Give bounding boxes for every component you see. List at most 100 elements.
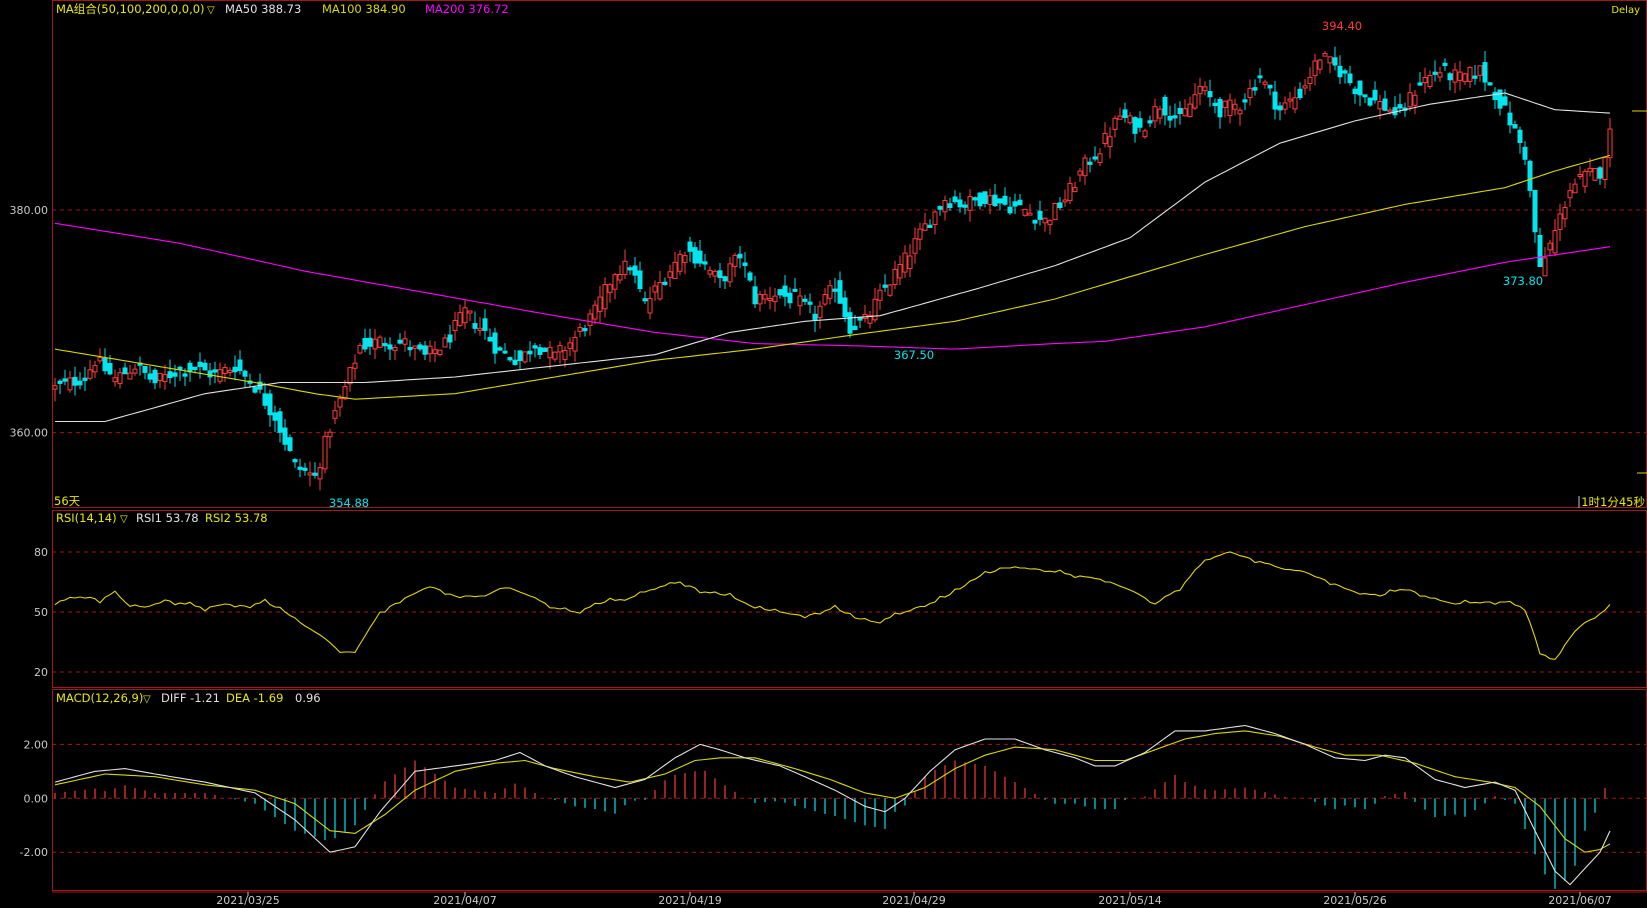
candle-down: [782, 285, 788, 297]
rsi-dropdown-icon[interactable]: ▽: [120, 514, 128, 525]
candle-down: [1397, 104, 1403, 109]
candle-down: [417, 344, 423, 350]
candle-down: [832, 288, 838, 292]
date-label-7: 2021/06/07: [1548, 894, 1611, 907]
candle-down: [857, 317, 863, 321]
candle-up: [767, 297, 773, 302]
candle-up: [1452, 69, 1458, 83]
macd-dropdown-icon[interactable]: ▽: [143, 694, 151, 705]
candle-down: [82, 377, 88, 381]
candle-down: [787, 292, 793, 304]
candle-up: [1102, 133, 1108, 145]
candle-up: [757, 293, 763, 305]
ma-dropdown-icon[interactable]: ▽: [207, 5, 215, 16]
low-price-label-1: 354.88: [329, 496, 369, 510]
candle-down: [62, 378, 68, 382]
candle-up: [667, 271, 673, 278]
candle-up: [437, 349, 443, 355]
candle-up: [322, 435, 328, 470]
candle-down: [632, 265, 638, 276]
candle-down: [517, 350, 523, 362]
macd-title[interactable]: MACD(12,26,9): [56, 691, 143, 705]
candle-up: [227, 369, 233, 373]
ma100-legend: MA100 384.90: [322, 2, 406, 16]
candle-down: [582, 328, 588, 332]
candle-up: [1157, 108, 1163, 119]
candle-up: [307, 472, 313, 476]
candle-up: [1292, 97, 1298, 110]
candle-down: [1367, 97, 1373, 106]
candle-down: [1507, 112, 1513, 126]
candle-down: [512, 359, 518, 365]
candle-up: [1437, 72, 1443, 78]
candle-down: [1512, 124, 1518, 129]
candle-up: [1222, 100, 1228, 108]
candle-down: [1167, 115, 1173, 121]
candle-down: [702, 261, 708, 265]
candle-up: [477, 327, 483, 331]
candle-down: [212, 369, 218, 373]
candle-up: [1557, 213, 1563, 230]
candle-down: [992, 194, 998, 207]
candle-up: [1412, 94, 1418, 106]
candle-down: [1012, 201, 1018, 207]
candle-down: [302, 467, 308, 471]
macd-tick-label: 0.00: [24, 792, 49, 805]
ma-combo-title[interactable]: MA组合(50,100,200,0,0,0): [56, 2, 205, 16]
candle-up: [1052, 202, 1058, 221]
candle-up: [452, 320, 458, 332]
candle-up: [657, 281, 663, 300]
candle-down: [207, 370, 213, 378]
candle-up: [712, 270, 718, 277]
candle-up: [557, 345, 563, 353]
candle-down: [1532, 190, 1538, 233]
candle-up: [1042, 217, 1048, 224]
rsi-title[interactable]: RSI(14,14): [56, 511, 117, 525]
candle-up: [467, 310, 473, 314]
candle-down: [1212, 102, 1218, 107]
candle-down: [1497, 89, 1503, 109]
candle-down: [152, 369, 158, 384]
candle-down: [542, 347, 548, 352]
candle-up: [1547, 242, 1553, 251]
candle-up: [1152, 106, 1158, 122]
candle-down: [487, 336, 493, 342]
candle-up: [732, 254, 738, 267]
candle-down: [382, 343, 388, 347]
candle-up: [827, 285, 833, 299]
candle-down: [1002, 195, 1008, 205]
rsi-tick-label: 20: [34, 666, 48, 679]
candle-up: [1572, 183, 1578, 194]
rsi-panel-frame: [52, 510, 1647, 688]
diff-legend: DIFF -1.21: [161, 691, 220, 705]
countdown-timer: 1时1分45秒: [1581, 495, 1645, 509]
candle-down: [947, 203, 953, 209]
candle-down: [1342, 70, 1348, 74]
candle-up: [547, 346, 553, 359]
candle-down: [1122, 109, 1128, 118]
candle-down: [982, 191, 988, 204]
candle-up: [682, 255, 688, 263]
candle-up: [1282, 102, 1288, 110]
candle-down: [1332, 57, 1338, 66]
candle-down: [202, 362, 208, 371]
candle-down: [77, 380, 83, 386]
candle-down: [1057, 202, 1063, 209]
candle-down: [282, 427, 288, 445]
candle-down: [1207, 91, 1213, 98]
candle-up: [1072, 187, 1078, 193]
candle-up: [1457, 71, 1463, 81]
candle-up: [907, 255, 913, 269]
candle-down: [1172, 115, 1178, 119]
rsi-tick-label: 50: [34, 606, 48, 619]
candle-down: [397, 339, 403, 344]
candle-down: [362, 337, 368, 350]
candle-up: [1462, 73, 1468, 83]
dea-legend: DEA -1.69: [226, 691, 283, 705]
candle-up: [1422, 77, 1428, 84]
candle-down: [1472, 75, 1478, 79]
candle-up: [1582, 170, 1588, 187]
price-tick-label: 360.00: [10, 427, 49, 440]
stock-chart: 360.00 380.00 20 50 80 -2.00 0.00 2.00 MA组合(50,…: [10, 0, 1647, 907]
candle-down: [972, 197, 978, 201]
